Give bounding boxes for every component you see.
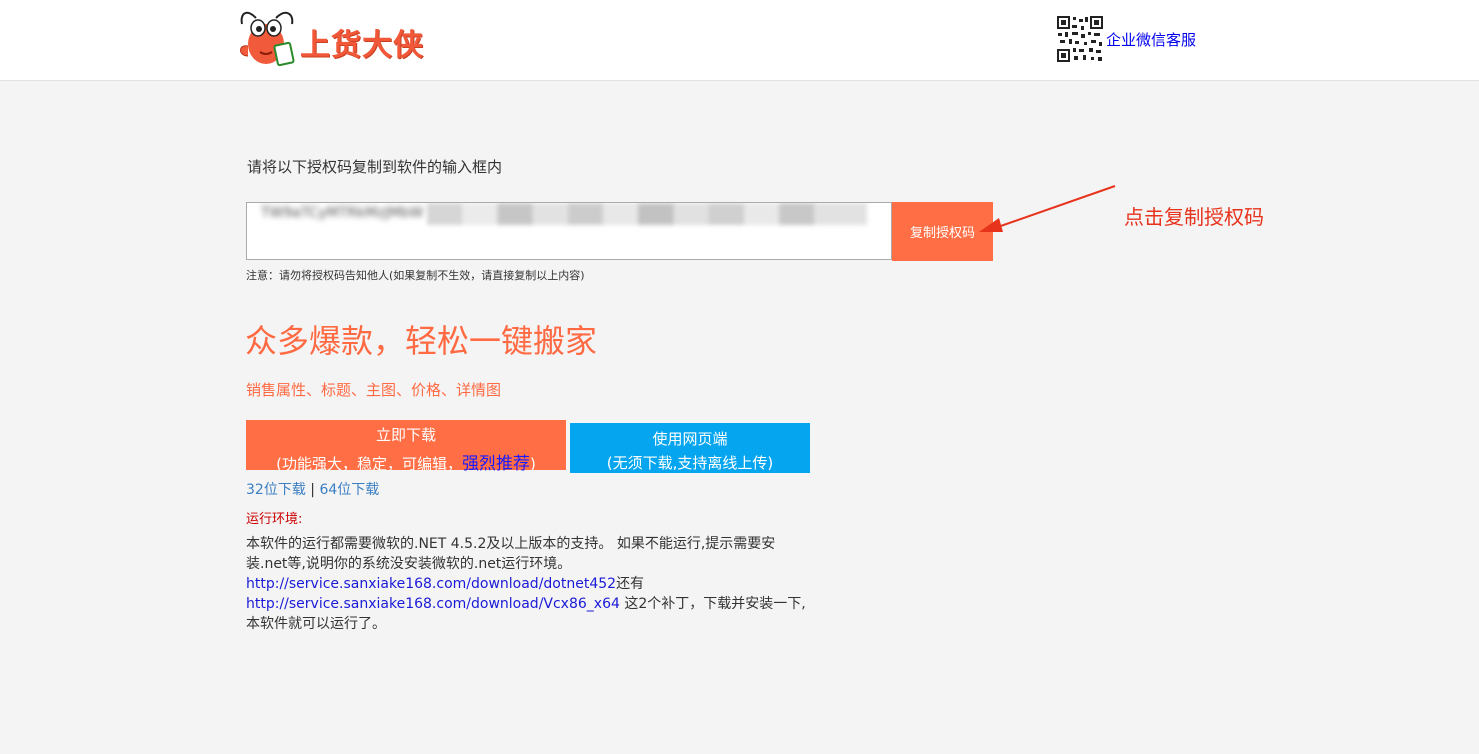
web-button-subtitle: (无须下载,支持离线上传) bbox=[606, 454, 774, 472]
runtime-env-description: 本软件的运行都需要微软的.NET 4.5.2及以上版本的支持。 如果不能运行,提… bbox=[246, 534, 806, 634]
download-subtitle-suffix: ) bbox=[530, 455, 536, 473]
download-button-title: 立即下载 bbox=[375, 426, 436, 444]
auth-code-field[interactable]: TW9aTCyMTRkMzJMbW bbox=[246, 202, 892, 260]
wechat-service-link[interactable]: 企业微信客服 bbox=[1106, 29, 1196, 50]
annotation-text: 点击复制授权码 bbox=[1124, 205, 1264, 229]
runtime-env-label: 运行环境: bbox=[246, 512, 303, 527]
download-now-button[interactable]: 立即下载 (功能强大，稳定，可编辑，强烈推荐) bbox=[246, 420, 566, 474]
vcx86-x64-link[interactable]: http://service.sanxiake168.com/download/… bbox=[246, 596, 620, 612]
dotnet452-link[interactable]: http://service.sanxiake168.com/download/… bbox=[246, 576, 616, 592]
auth-notice: 注意：请勿将授权码告知他人(如果复制不生效，请直接复制以上内容) bbox=[246, 269, 585, 282]
download-32bit-link[interactable]: 32位下载 bbox=[246, 482, 306, 498]
env-text-1: 本软件的运行都需要微软的.NET 4.5.2及以上版本的支持。 如果不能运行,提… bbox=[246, 536, 776, 572]
site-logo[interactable]: 上货大侠 bbox=[236, 6, 436, 70]
auth-code-value: TW9aTCyMTRkMzJMbW bbox=[261, 205, 424, 221]
download-button-subtitle: (功能强大，稳定，可编辑，强烈推荐) bbox=[246, 449, 566, 474]
env-text-2: 还有 bbox=[616, 576, 645, 592]
crawfish-mascot-icon bbox=[240, 11, 295, 67]
strongly-recommend-highlight: 强烈推荐 bbox=[462, 454, 530, 474]
download-64bit-link[interactable]: 64位下载 bbox=[319, 482, 379, 498]
link-separator: | bbox=[305, 482, 320, 498]
use-web-version-button[interactable]: 使用网页端 (无须下载,支持离线上传) bbox=[570, 423, 810, 473]
web-button-title: 使用网页端 bbox=[652, 430, 728, 448]
download-subtitle-prefix: (功能强大，稳定，可编辑， bbox=[276, 455, 462, 473]
red-arrow-annotation bbox=[979, 185, 1116, 232]
auth-instruction: 请将以下授权码复制到软件的输入框内 bbox=[247, 158, 503, 176]
qr-code-icon bbox=[1056, 15, 1104, 63]
code-redaction-mask bbox=[427, 203, 867, 225]
bitness-download-links: 32位下载 | 64位下载 bbox=[246, 479, 379, 499]
logo-text: 上货大侠 bbox=[300, 28, 424, 63]
top-header: 上货大侠 企业微信客服 bbox=[0, 0, 1479, 81]
promo-subline: 销售属性、标题、主图、价格、详情图 bbox=[246, 381, 502, 399]
promo-headline: 众多爆款，轻松一键搬家 bbox=[245, 322, 598, 360]
